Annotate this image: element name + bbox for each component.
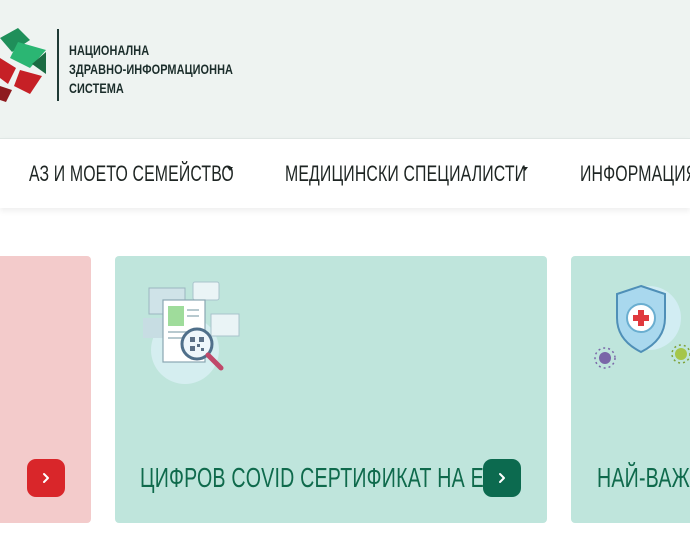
card-title: НАЙ-ВАЖ	[597, 462, 690, 493]
main-navigation: АЗ И МОЕТО СЕМЕЙСТВО МЕДИЦИНСКИ СПЕЦИАЛИ…	[0, 138, 690, 208]
card-open-button[interactable]	[483, 459, 521, 497]
chevron-down-icon	[522, 167, 528, 171]
logo-divider	[57, 29, 59, 101]
logo-wordmark[interactable]: НАЦИОНАЛНА ЗДРАВНО-ИНФОРМАЦИОННА СИСТЕМА	[69, 41, 233, 98]
nav-item-information[interactable]: ИНФОРМАЦИЯ	[580, 139, 690, 208]
card-title: ЦИФРОВ COVID СЕРТИФИКАТ НА ЕС	[140, 462, 499, 493]
nav-item-label: МЕДИЦИНСКИ СПЕЦИАЛИСТИ	[285, 161, 527, 186]
site-header: НАЦИОНАЛНА ЗДРАВНО-ИНФОРМАЦИОННА СИСТЕМА	[0, 0, 690, 138]
feature-card-important[interactable]: НАЙ-ВАЖ	[571, 256, 690, 523]
nav-item-label: ИНФОРМАЦИЯ	[580, 161, 690, 186]
logo-line-3: СИСТЕМА	[69, 80, 124, 96]
nav-item-label: АЗ И МОЕТО СЕМЕЙСТВО	[29, 161, 234, 186]
logo-line-2: ЗДРАВНО-ИНФОРМАЦИОННА	[69, 61, 234, 77]
logo-line-1: НАЦИОНАЛНА	[69, 42, 150, 58]
chevron-right-icon	[499, 473, 505, 483]
nav-item-medical-specialists[interactable]: МЕДИЦИНСКИ СПЕЦИАЛИСТИ	[285, 139, 620, 208]
certificate-qr-illustration	[135, 278, 245, 388]
chevron-right-icon	[43, 473, 49, 483]
chevron-down-icon	[227, 167, 233, 171]
shield-virus-illustration	[593, 278, 690, 378]
nzis-logo-icon[interactable]	[0, 28, 50, 104]
feature-card-pink[interactable]	[0, 256, 91, 523]
card-open-button[interactable]	[27, 459, 65, 497]
feature-card-covid-certificate[interactable]: ЦИФРОВ COVID СЕРТИФИКАТ НА ЕС	[115, 256, 547, 523]
nav-item-me-and-family[interactable]: АЗ И МОЕТО СЕМЕЙСТВО	[29, 139, 314, 208]
